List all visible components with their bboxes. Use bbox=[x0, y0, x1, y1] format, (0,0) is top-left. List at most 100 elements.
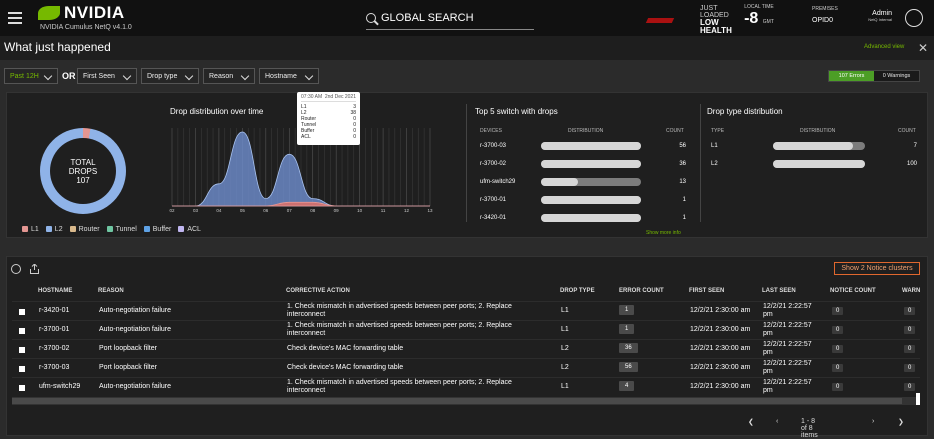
errors-warnings-toggle[interactable]: 107 Errors 0 Warnings bbox=[828, 70, 920, 82]
legend-swatch bbox=[178, 226, 185, 232]
row-checkbox[interactable] bbox=[19, 385, 25, 391]
global-search[interactable] bbox=[366, 6, 534, 30]
header-reason[interactable]: REASON bbox=[98, 288, 124, 294]
legend-label: ACL bbox=[187, 226, 201, 233]
search-icon bbox=[366, 12, 376, 23]
reason-dropdown[interactable]: Reason bbox=[203, 68, 255, 84]
row-checkbox[interactable] bbox=[19, 328, 25, 334]
cell-reason: Port loopback filter bbox=[99, 364, 157, 371]
export-icon[interactable] bbox=[30, 264, 39, 274]
last-seen-line: 12/2/21 2:22:57 bbox=[763, 360, 812, 367]
x-tick-label: 12 bbox=[404, 208, 410, 213]
switch-distribution-fill bbox=[541, 178, 578, 186]
cell-error-count: 1 bbox=[619, 324, 635, 334]
last-seen-line: pm bbox=[763, 349, 773, 356]
warnings-tab[interactable]: 0 Warnings bbox=[874, 71, 919, 81]
header-notice-count[interactable]: NOTICE COUNT bbox=[830, 288, 876, 294]
cell-corrective-action: Check device's MAC forwarding table bbox=[287, 364, 404, 371]
x-tick-label: 05 bbox=[240, 208, 246, 213]
header-drop-type[interactable]: DROP TYPE bbox=[560, 288, 595, 294]
or-label: OR bbox=[62, 71, 76, 81]
action-line: 1. Check mismatch in advertised speeds b… bbox=[287, 379, 512, 386]
errors-tab[interactable]: 107 Errors bbox=[829, 71, 874, 81]
switch-device[interactable]: ufm-switch29 bbox=[480, 179, 515, 185]
x-tick-label: 11 bbox=[381, 208, 386, 213]
switch-count: 36 bbox=[679, 161, 686, 167]
first-seen-dropdown[interactable]: First Seen bbox=[77, 68, 137, 84]
table-row[interactable]: ufm-switch29 Auto-negotiation failure 1. C… bbox=[12, 377, 920, 396]
legend-item[interactable]: Router bbox=[69, 226, 100, 233]
cell-first-seen: 12/2/21 2:30:00 am bbox=[690, 326, 751, 333]
last-seen-line: pm bbox=[763, 368, 773, 375]
show-notice-clusters-button[interactable]: Show 2 Notice clusters bbox=[834, 262, 920, 275]
table-row[interactable]: r-3700-02 Port loopback filter Check devic… bbox=[12, 339, 920, 358]
last-seen-line: pm bbox=[763, 330, 773, 337]
table-row[interactable]: r-3700-01 Auto-negotiation failure 1. Chec… bbox=[12, 320, 920, 339]
drop-type-count: 7 bbox=[913, 143, 917, 149]
cell-notice-count: 0 bbox=[832, 307, 844, 315]
close-icon[interactable]: ✕ bbox=[918, 41, 928, 55]
cell-first-seen: 12/2/21 2:30:00 am bbox=[690, 307, 751, 314]
last-page-icon[interactable]: ❯ bbox=[898, 418, 904, 426]
switch-device[interactable]: r-3700-02 bbox=[480, 161, 506, 167]
header-corrective-action[interactable]: CORRECTIVE ACTION bbox=[286, 288, 350, 294]
total-drops-donut: TOTAL DROPS 107 bbox=[40, 128, 126, 214]
legend-label: L2 bbox=[54, 226, 63, 233]
divider bbox=[466, 104, 467, 222]
row-checkbox[interactable] bbox=[19, 309, 25, 315]
cell-drop-type: L2 bbox=[561, 345, 569, 352]
legend-item[interactable]: L1 bbox=[22, 226, 39, 233]
user-menu[interactable]: Admin NetQ Internal bbox=[856, 10, 892, 22]
table-row[interactable]: r-3700-03 Port loopback filter Check devic… bbox=[12, 358, 920, 377]
prev-page-icon[interactable]: ‹ bbox=[776, 418, 778, 425]
header-hostname[interactable]: HOSTNAME bbox=[38, 288, 72, 294]
search-input[interactable] bbox=[381, 11, 521, 24]
legend-item[interactable]: Tunnel bbox=[106, 226, 137, 233]
header-first-seen[interactable]: FIRST SEEN bbox=[689, 288, 724, 294]
avatar[interactable] bbox=[905, 9, 923, 27]
col-count: COUNT bbox=[898, 128, 916, 134]
premises-selector[interactable]: PREMISES OPID0 bbox=[812, 6, 838, 24]
local-time[interactable]: LOCAL TIME -8 GMT bbox=[738, 4, 780, 28]
cell-warn: 0 bbox=[904, 383, 916, 391]
divider bbox=[700, 104, 701, 222]
switch-count: 13 bbox=[679, 179, 686, 185]
legend-label: Buffer bbox=[152, 226, 172, 233]
first-page-icon[interactable]: ❮ bbox=[748, 418, 754, 426]
legend-item[interactable]: ACL bbox=[178, 226, 201, 233]
switch-device[interactable]: r-3700-03 bbox=[480, 143, 506, 149]
tooltip-value: 0 bbox=[353, 134, 356, 140]
next-page-icon[interactable]: › bbox=[872, 418, 874, 425]
row-checkbox[interactable] bbox=[19, 347, 25, 353]
x-tick-label: 06 bbox=[263, 208, 269, 213]
time-range-dropdown[interactable]: Past 12H bbox=[4, 68, 58, 84]
legend-label: Tunnel bbox=[115, 226, 137, 233]
horizontal-scrollbar[interactable] bbox=[12, 397, 916, 405]
switch-device[interactable]: r-3420-01 bbox=[480, 215, 506, 221]
drop-type-bar bbox=[773, 160, 865, 168]
drop-type-bar bbox=[773, 142, 865, 150]
brand-logo: NVIDIA NVIDIA Cumulus NetQ v4.1.0 bbox=[38, 3, 132, 31]
drop-type-label: L1 bbox=[711, 143, 718, 149]
table-row[interactable]: r-3420-01 Auto-negotiation failure 1. Chec… bbox=[12, 301, 920, 320]
legend-swatch bbox=[69, 226, 76, 232]
switch-distribution-bar bbox=[541, 214, 641, 222]
row-checkbox[interactable] bbox=[19, 366, 25, 372]
header-warn[interactable]: WARN bbox=[902, 288, 920, 294]
header-last-seen[interactable]: LAST SEEN bbox=[762, 288, 796, 294]
col-devices: DEVICES bbox=[480, 128, 502, 134]
check-circle-icon[interactable] bbox=[11, 264, 21, 274]
drop-type-dropdown[interactable]: Drop type bbox=[141, 68, 199, 84]
show-more-link[interactable]: Show more info bbox=[646, 230, 681, 236]
health-status[interactable]: JUST LOADED LOW HEALTH bbox=[700, 5, 732, 35]
advanced-view-link[interactable]: Advanced view bbox=[864, 44, 904, 50]
hostname-dropdown[interactable]: Hostname bbox=[259, 68, 319, 84]
legend-item[interactable]: Buffer bbox=[143, 226, 172, 233]
legend-item[interactable]: L2 bbox=[45, 226, 63, 233]
cell-reason: Port loopback filter bbox=[99, 345, 157, 352]
action-line: interconnect bbox=[287, 330, 326, 337]
switch-device[interactable]: r-3700-01 bbox=[480, 197, 506, 203]
menu-icon[interactable] bbox=[8, 12, 22, 24]
header-error-count[interactable]: ERROR COUNT bbox=[619, 288, 664, 294]
cell-last-seen: 12/2/21 2:22:57 pm bbox=[763, 341, 812, 357]
